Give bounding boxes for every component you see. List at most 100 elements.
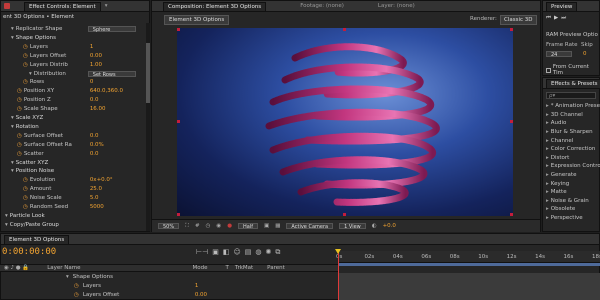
stopwatch-icon[interactable]: ◷	[23, 79, 28, 85]
disclosure-triangle-icon[interactable]: ▸	[546, 206, 549, 212]
effect-property-value[interactable]: 1.00	[90, 62, 102, 68]
effects-category-item[interactable]: ▸ Channel	[546, 136, 600, 145]
effect-property-row[interactable]: ◷ Amount 25.0	[1, 185, 147, 193]
frame-rate-dropdown[interactable]: 24	[546, 51, 572, 58]
tab-effects-presets[interactable]: Effects & Presets	[546, 78, 600, 88]
disclosure-triangle-icon[interactable]: ▸	[546, 129, 549, 135]
disclosure-triangle-icon[interactable]: ▸	[546, 138, 549, 144]
frame-blending-icon[interactable]: ▤	[245, 248, 252, 257]
disclosure-triangle-icon[interactable]: ▸	[546, 181, 549, 187]
stopwatch-icon[interactable]: ◷	[23, 186, 28, 192]
disclosure-triangle-icon[interactable]: ▾	[66, 274, 69, 280]
disclosure-triangle-icon[interactable]: ▸	[546, 155, 549, 161]
exposure-value[interactable]: +0.0	[383, 223, 396, 229]
resolution-dropdown[interactable]: Half	[238, 223, 259, 230]
effect-property-row[interactable]: ◷ Position Z 0.0	[1, 96, 147, 104]
live-update-icon[interactable]: ▣	[212, 248, 219, 257]
stopwatch-icon[interactable]: ◷	[17, 88, 22, 94]
timeline-property-value[interactable]: 1	[195, 283, 199, 289]
last-frame-icon[interactable]: ⏭	[561, 15, 566, 22]
effect-property-row[interactable]: ◷ Surface Offset Ra 0.0%	[1, 141, 147, 149]
channel-icon[interactable]: ●	[227, 223, 232, 229]
effect-property-row[interactable]: ◷ Surface Offset 0.0	[1, 132, 147, 140]
work-area-bar[interactable]	[338, 263, 600, 266]
renderer-value[interactable]: Classic 3D	[500, 15, 537, 25]
effect-property-row[interactable]: ◷ Scatter 0.0	[1, 150, 147, 158]
stopwatch-icon[interactable]: ◷	[17, 97, 22, 103]
roi-icon[interactable]: ▣	[264, 223, 269, 229]
layer-name-header[interactable]: Layer Name	[47, 265, 80, 271]
lock-icon[interactable]	[4, 3, 10, 9]
layer-duration-bar[interactable]	[339, 273, 600, 300]
effect-property-row[interactable]: ▾ Scale XYZ	[1, 114, 147, 122]
effects-category-item[interactable]: ▸ * Animation Presets	[546, 102, 600, 111]
composition-subtab[interactable]: Element 3D Options	[164, 15, 230, 25]
effect-property-row[interactable]: ▾ Shape Options	[1, 34, 147, 42]
disclosure-triangle-icon[interactable]: ▾	[29, 71, 32, 77]
tab-effect-controls[interactable]: Effect Controls: Element	[24, 1, 101, 11]
panel-menu-button[interactable]: ▾	[105, 3, 108, 9]
scrollbar[interactable]	[146, 23, 150, 231]
timeline-property-row[interactable]: ◷ Layers Offset 0.00	[0, 291, 338, 299]
effects-category-item[interactable]: ▸ Blur & Sharpen	[546, 128, 600, 137]
effect-property-value[interactable]: 0.0%	[90, 142, 104, 148]
disclosure-triangle-icon[interactable]: ▾	[5, 213, 8, 219]
stopwatch-icon[interactable]: ◷	[23, 44, 28, 50]
motion-blur-icon[interactable]: ◍	[255, 248, 261, 257]
stopwatch-icon[interactable]: ◷	[23, 195, 28, 201]
comp-mini-flowchart-icon[interactable]: ⊢⊣	[196, 248, 208, 257]
snapshot-icon[interactable]: ◉	[216, 223, 221, 229]
timecode-icon[interactable]: ◷	[206, 223, 211, 229]
timecode-display[interactable]: 0:00:00:00	[2, 247, 56, 257]
effect-property-value[interactable]: 1	[90, 44, 94, 50]
effect-property-value[interactable]: Set Rows	[87, 70, 136, 78]
effects-category-item[interactable]: ▸ Keying	[546, 179, 600, 188]
disclosure-triangle-icon[interactable]: ▸	[546, 189, 549, 195]
disclosure-triangle-icon[interactable]: ▾	[11, 168, 14, 174]
cti-head-icon[interactable]	[335, 249, 341, 254]
effect-property-row[interactable]: ◷ Layers Distrib 1.00	[1, 61, 147, 69]
disclosure-triangle-icon[interactable]: ▸	[546, 112, 549, 118]
stopwatch-icon[interactable]: ◷	[23, 204, 28, 210]
effects-category-item[interactable]: ▸ Noise & Grain	[546, 197, 600, 206]
effect-property-row[interactable]: ◷ Position XY 640.0,360.0	[1, 87, 147, 95]
trkmat-header[interactable]: TrkMat	[235, 265, 253, 271]
effect-property-value[interactable]: 0.0	[90, 97, 99, 103]
effects-category-item[interactable]: ▸ Expression Contro	[546, 162, 600, 171]
effect-property-row[interactable]: ◷ Layers Offset 0.00	[1, 52, 147, 60]
tab-timeline[interactable]: Element 3D Options	[4, 234, 70, 244]
disclosure-triangle-icon[interactable]: ▾	[11, 26, 14, 32]
effect-property-row[interactable]: ▾ Scatter XYZ	[1, 159, 147, 167]
disclosure-triangle-icon[interactable]: ▾	[11, 115, 14, 121]
effect-property-value[interactable]: 0.00	[90, 53, 102, 59]
skip-value[interactable]: 0	[583, 51, 587, 57]
effects-category-item[interactable]: ▸ 3D Channel	[546, 111, 600, 120]
effects-search-input[interactable]: ρ▾	[546, 92, 596, 99]
effect-property-row[interactable]: ▾ Position Noise	[1, 167, 147, 175]
t-header[interactable]: T	[226, 265, 229, 271]
tab-composition[interactable]: Composition: Element 3D Options	[163, 1, 267, 11]
stopwatch-icon[interactable]: ◷	[17, 133, 22, 139]
disclosure-triangle-icon[interactable]: ▸	[546, 215, 549, 221]
mode-header[interactable]: Mode	[193, 265, 208, 271]
effect-property-value[interactable]: 16.00	[90, 106, 106, 112]
effects-category-item[interactable]: ▸ Matte	[546, 188, 600, 197]
draft-3d-icon[interactable]: ◧	[223, 248, 230, 257]
effect-property-row[interactable]: ◷ Layers 1	[1, 43, 147, 51]
brainstorm-icon[interactable]: ✺	[266, 248, 272, 257]
ram-preview-options[interactable]: RAM Preview Optio	[546, 32, 598, 38]
disclosure-triangle-icon[interactable]: ▸	[546, 198, 549, 204]
fit-icon[interactable]: ⛶	[185, 223, 189, 230]
grid-icon[interactable]: #	[195, 223, 200, 229]
timeline-property-row[interactable]: ▾ Shape Options	[0, 273, 338, 281]
disclosure-triangle-icon[interactable]: ▾	[11, 124, 14, 130]
tab-preview[interactable]: Preview	[546, 1, 578, 11]
timeline-property-value[interactable]: 0.00	[195, 292, 207, 298]
effect-property-row[interactable]: ◷ Scale Shape 16.00	[1, 105, 147, 113]
views-dropdown[interactable]: 1 View	[339, 223, 366, 230]
stopwatch-icon[interactable]: ◷	[23, 53, 28, 59]
disclosure-triangle-icon[interactable]: ▸	[546, 146, 549, 152]
disclosure-triangle-icon[interactable]: ▸	[546, 120, 549, 126]
disclosure-triangle-icon[interactable]: ▾	[5, 222, 8, 228]
effects-category-item[interactable]: ▸ Color Correction	[546, 145, 600, 154]
